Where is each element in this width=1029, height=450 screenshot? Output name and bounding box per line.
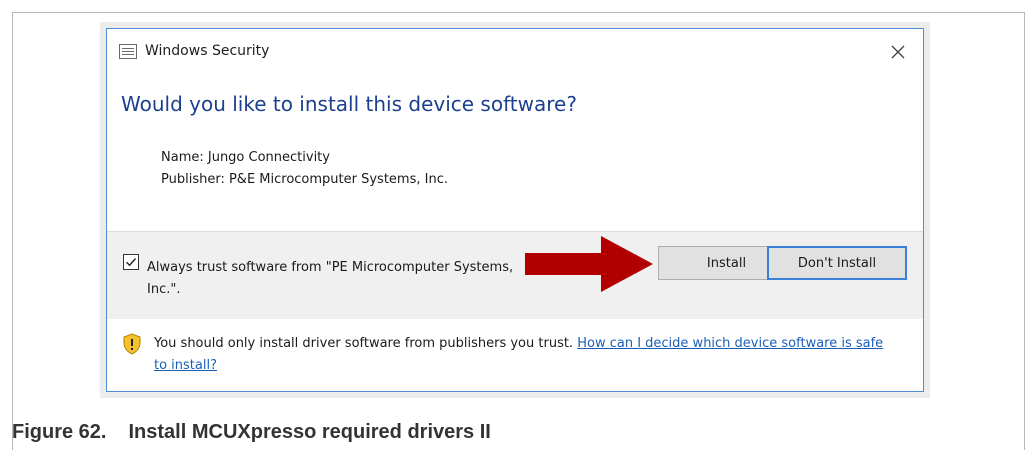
close-button[interactable]	[885, 39, 911, 65]
red-arrow-icon	[525, 236, 653, 292]
title-bar: Windows Security	[107, 29, 923, 77]
figure-title: Install MCUXpresso required drivers II	[128, 421, 491, 443]
window-list-icon	[119, 44, 137, 59]
windows-security-dialog: Windows Security Would you like to insta…	[106, 28, 924, 392]
driver-publisher: Publisher: P&E Microcomputer Systems, In…	[161, 172, 448, 187]
close-icon	[891, 45, 905, 59]
dont-install-button[interactable]: Don't Install	[767, 246, 907, 280]
shield-warning-icon	[123, 333, 141, 355]
notice-area: You should only install driver software …	[107, 319, 923, 391]
always-trust-checkbox[interactable]	[123, 254, 139, 270]
driver-details: Name: Jungo Connectivity Publisher: P&E …	[161, 147, 448, 191]
checkmark-icon	[126, 258, 137, 267]
trust-notice-text: You should only install driver software …	[154, 336, 574, 351]
dialog-heading: Would you like to install this device so…	[121, 92, 577, 116]
window-title: Windows Security	[145, 43, 270, 59]
action-area: Always trust software from "PE Microcomp…	[107, 231, 923, 319]
driver-name: Name: Jungo Connectivity	[161, 150, 330, 165]
trust-notice: You should only install driver software …	[154, 333, 894, 377]
always-trust-label: Always trust software from "PE Microcomp…	[147, 260, 514, 297]
figure-number: Figure 62.	[12, 421, 107, 443]
figure-caption: Figure 62. Install MCUXpresso required dr…	[12, 421, 491, 444]
